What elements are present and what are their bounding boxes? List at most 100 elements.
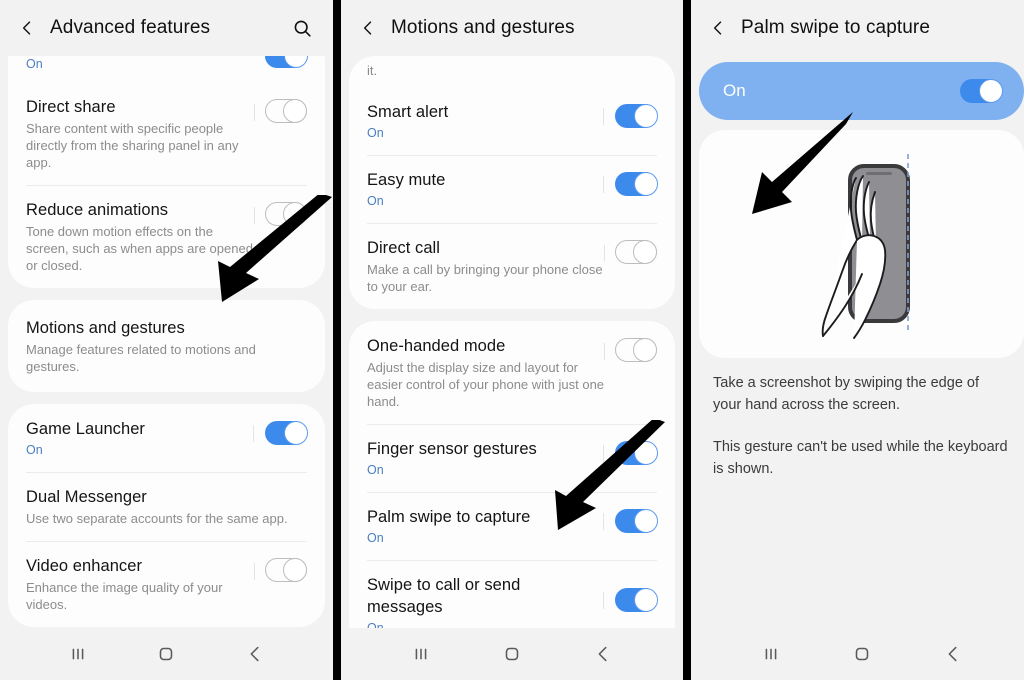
row-title: Easy mute (367, 171, 446, 189)
toggle-separator (604, 343, 605, 360)
screen-advanced-features: Advanced features On Direct share Share … (0, 0, 333, 680)
toggle-switch[interactable] (254, 557, 308, 582)
toggle-switch[interactable] (603, 172, 658, 196)
toggle-switch[interactable] (254, 201, 308, 226)
app-bar-motions-and-gestures: Motions and gestures (341, 0, 683, 56)
list-item-video-enhancer[interactable]: Video enhancer Enhance the image quality… (8, 541, 325, 627)
chevron-left-icon[interactable] (701, 11, 735, 45)
toggle-separator (604, 245, 605, 262)
panel-divider-2 (683, 0, 691, 680)
row-title: Palm swipe to capture (367, 508, 531, 526)
row-text: Swipe to call or send messages On (367, 574, 537, 628)
row-subtitle: Share content with specific people direc… (26, 121, 239, 170)
toggle-knob (979, 79, 1003, 103)
toggle-knob (634, 441, 658, 465)
row-state: On (367, 126, 384, 140)
recents-icon[interactable] (397, 630, 445, 678)
row-text: Video enhancer Enhance the image quality… (26, 555, 265, 613)
row-subtitle: Tone down motion effects on the screen, … (26, 224, 253, 273)
illustration-card (699, 130, 1024, 358)
page-title: Motions and gestures (391, 17, 575, 38)
toggle-knob (634, 509, 658, 533)
toggle-switch[interactable] (603, 588, 658, 612)
row-title: Reduce animations (26, 201, 169, 219)
list-item-game-launcher[interactable]: Game Launcher On (8, 404, 325, 472)
list-item-direct-call[interactable]: Direct call Make a call by bringing your… (349, 223, 675, 309)
settings-scroll-area-2[interactable]: it. Smart alert On Easy mute On Direct c… (341, 56, 683, 628)
row-text: Easy mute On (367, 169, 615, 209)
back-icon[interactable] (231, 630, 279, 678)
detail-area-3: On Take a screenshot by swiping the edge… (691, 56, 1024, 628)
screen-palm-swipe-to-capture: Palm swipe to capture On Take a screensh… (691, 0, 1024, 680)
chevron-left-icon[interactable] (10, 11, 44, 45)
home-icon[interactable] (838, 630, 886, 678)
description-line-1: Take a screenshot by swiping the edge of… (713, 375, 979, 413)
home-icon[interactable] (142, 630, 190, 678)
master-toggle-switch[interactable] (960, 79, 1003, 103)
row-title: Swipe to call or send messages (367, 576, 521, 616)
search-icon[interactable] (285, 11, 319, 45)
list-item-palm-swipe-to-capture[interactable]: Palm swipe to capture On (349, 492, 675, 560)
settings-group-motions: Motions and gestures Manage features rel… (8, 300, 325, 392)
toggle-switch[interactable] (603, 509, 658, 533)
hand-swipe-over-phone-illustration (821, 154, 910, 339)
recents-icon[interactable] (54, 630, 102, 678)
back-icon[interactable] (579, 630, 627, 678)
screenshot-triptych: Advanced features On Direct share Share … (0, 0, 1024, 680)
list-item-easy-mute[interactable]: Easy mute On (349, 155, 675, 223)
partial-row[interactable]: On (8, 56, 325, 82)
toggle-knob (633, 239, 658, 264)
toggle-switch[interactable] (253, 421, 308, 445)
row-state: On (367, 194, 384, 208)
list-item-finger-sensor-gestures[interactable]: Finger sensor gestures On (349, 424, 675, 492)
row-subtitle: Make a call by bringing your phone close… (367, 262, 603, 294)
row-title: One-handed mode (367, 337, 506, 355)
toggle-switch[interactable] (254, 98, 308, 123)
toggle-switch[interactable] (604, 239, 658, 264)
toggle-separator (254, 104, 255, 121)
list-item-one-handed-mode[interactable]: One-handed mode Adjust the display size … (349, 321, 675, 424)
toggle-separator (253, 425, 254, 442)
toggle-switch[interactable] (603, 104, 658, 128)
toggle-switch[interactable] (603, 441, 658, 465)
list-item-dual-messenger[interactable]: Dual Messenger Use two separate accounts… (8, 472, 325, 541)
home-icon[interactable] (488, 630, 536, 678)
row-text: Reduce animations Tone down motion effec… (26, 199, 265, 274)
chevron-left-icon[interactable] (351, 11, 385, 45)
system-navigation-bar-2 (341, 628, 683, 680)
list-item-reduce-animations[interactable]: Reduce animations Tone down motion effec… (8, 185, 325, 288)
list-item-smart-alert[interactable]: Smart alert On (349, 87, 675, 155)
recents-icon[interactable] (747, 630, 795, 678)
back-icon[interactable] (929, 630, 977, 678)
toggle-knob (284, 56, 308, 68)
description-block: Take a screenshot by swiping the edge of… (691, 372, 1024, 480)
list-item-direct-share[interactable]: Direct share Share content with specific… (8, 82, 325, 185)
row-title: Motions and gestures (26, 319, 185, 337)
row-title: Smart alert (367, 103, 449, 121)
row-subtitle: Adjust the display size and layout for e… (367, 360, 605, 409)
toggle-separator (603, 108, 604, 125)
toggle-switch[interactable] (604, 337, 658, 362)
partial-row: it. (349, 62, 675, 87)
row-text: Direct call Make a call by bringing your… (367, 237, 615, 295)
master-switch-row[interactable]: On (699, 62, 1024, 120)
panel-divider-1 (333, 0, 341, 680)
row-text: Smart alert On (367, 101, 615, 141)
toggle-switch[interactable] (265, 56, 308, 68)
row-title: Finger sensor gestures (367, 440, 537, 458)
row-text: Palm swipe to capture On (367, 506, 615, 546)
settings-group-partial: On Direct share Share content with speci… (8, 56, 325, 288)
settings-group-gestures-b: One-handed mode Adjust the display size … (349, 321, 675, 628)
row-text: Game Launcher On (26, 418, 265, 458)
list-item-swipe-to-call-or-send-messages[interactable]: Swipe to call or send messages On (349, 560, 675, 628)
list-item-motions-and-gestures[interactable]: Motions and gestures Manage features rel… (8, 300, 325, 392)
row-title: Dual Messenger (26, 488, 147, 506)
toggle-separator (603, 592, 604, 609)
toggle-knob (634, 104, 658, 128)
description-line-2: This gesture can't be used while the key… (713, 439, 1008, 477)
row-title: Direct share (26, 98, 116, 116)
settings-scroll-area-1[interactable]: On Direct share Share content with speci… (0, 56, 333, 628)
partial-row-state: On (26, 57, 43, 71)
app-bar-advanced-features: Advanced features (0, 0, 333, 56)
row-state: On (367, 531, 384, 545)
